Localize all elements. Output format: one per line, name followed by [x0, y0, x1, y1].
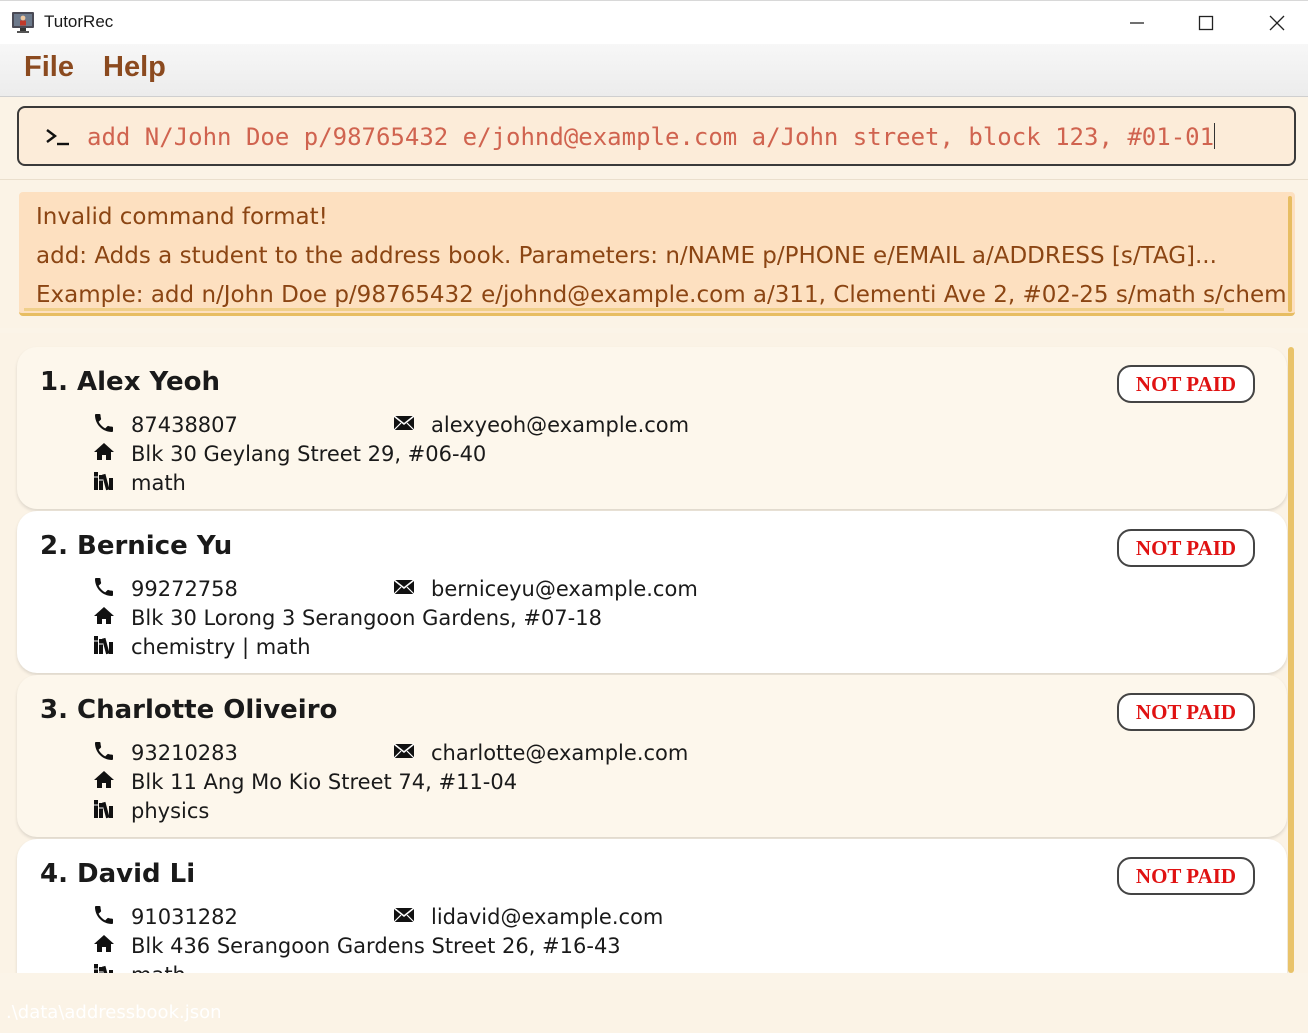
email-address: lidavid@example.com: [431, 905, 664, 929]
student-list: 1. Alex Yeoh NOT PAID 87438807 alexyeoh@…: [0, 333, 1308, 973]
books-icon: [94, 964, 113, 973]
phone-number: 99272758: [131, 577, 238, 601]
menu-file[interactable]: File: [24, 51, 74, 84]
home-address: Blk 436 Serangoon Gardens Street 26, #16…: [131, 934, 621, 958]
email-address: berniceyu@example.com: [431, 577, 698, 601]
student-card[interactable]: 2. Bernice Yu NOT PAID 99272758 bernicey…: [17, 511, 1287, 673]
command-text: add N/John Doe p/98765432 e/johnd@exampl…: [87, 123, 1215, 151]
email-icon: [393, 579, 415, 595]
status-bar: .\data\addressbook.json: [0, 990, 1308, 1033]
minimize-button[interactable]: [1114, 1, 1160, 45]
result-line: Example: add n/John Doe p/98765432 e/joh…: [36, 282, 1293, 308]
maximize-icon: [1198, 15, 1214, 31]
books-icon: [94, 636, 113, 655]
result-line: Invalid command format!: [36, 204, 328, 230]
result-horizontal-scrollbar[interactable]: [24, 308, 1224, 311]
home-address: Blk 30 Lorong 3 Serangoon Gardens, #07-1…: [131, 606, 602, 630]
text-caret: [1214, 123, 1216, 149]
payment-status-badge: NOT PAID: [1117, 529, 1255, 567]
command-box[interactable]: add N/John Doe p/98765432 e/johnd@exampl…: [17, 106, 1296, 166]
menu-help[interactable]: Help: [103, 51, 166, 84]
minimize-icon: [1130, 22, 1144, 24]
command-panel: add N/John Doe p/98765432 e/johnd@exampl…: [0, 97, 1308, 180]
result-vertical-scrollbar[interactable]: [1288, 196, 1292, 312]
subjects: physics: [131, 799, 210, 823]
phone-number: 91031282: [131, 905, 238, 929]
close-icon: [1269, 15, 1285, 31]
student-name: 3. Charlotte Oliveiro: [40, 695, 338, 725]
email-icon: [393, 415, 415, 431]
close-button[interactable]: [1254, 1, 1300, 45]
payment-status-badge: NOT PAID: [1117, 365, 1255, 403]
home-icon: [94, 443, 114, 460]
result-display[interactable]: Invalid command format! add: Adds a stud…: [19, 192, 1295, 316]
phone-icon: [95, 906, 113, 924]
phone-icon: [95, 742, 113, 760]
phone-number: 93210283: [131, 741, 238, 765]
books-icon: [94, 472, 113, 491]
student-card[interactable]: 4. David Li NOT PAID 91031282 lidavid@ex…: [17, 839, 1287, 973]
student-name: 4. David Li: [40, 859, 196, 889]
payment-status-badge: NOT PAID: [1117, 693, 1255, 731]
payment-status-badge: NOT PAID: [1117, 857, 1255, 895]
student-name: 1. Alex Yeoh: [40, 367, 220, 397]
command-input[interactable]: add N/John Doe p/98765432 e/johnd@exampl…: [87, 120, 1277, 154]
email-address: charlotte@example.com: [431, 741, 689, 765]
email-icon: [393, 743, 415, 759]
home-icon: [94, 607, 114, 624]
save-file-path: .\data\addressbook.json: [6, 1002, 222, 1023]
app-logo-icon: [12, 12, 34, 33]
subjects: math: [131, 471, 186, 495]
home-address: Blk 30 Geylang Street 29, #06-40: [131, 442, 487, 466]
phone-icon: [95, 414, 113, 432]
title-bar: TutorRec: [0, 0, 1308, 44]
subjects: math: [131, 963, 186, 973]
home-icon: [94, 771, 114, 788]
result-panel: Invalid command format! add: Adds a stud…: [0, 180, 1308, 328]
menu-bar: File Help: [0, 44, 1308, 97]
list-scrollbar[interactable]: [1288, 347, 1294, 973]
result-line: add: Adds a student to the address book.…: [36, 243, 1217, 269]
email-address: alexyeoh@example.com: [431, 413, 690, 437]
student-name: 2. Bernice Yu: [40, 531, 233, 561]
home-icon: [94, 935, 114, 952]
home-address: Blk 11 Ang Mo Kio Street 74, #11-04: [131, 770, 518, 794]
student-card[interactable]: 1. Alex Yeoh NOT PAID 87438807 alexyeoh@…: [17, 347, 1287, 509]
student-card[interactable]: 3. Charlotte Oliveiro NOT PAID 93210283 …: [17, 675, 1287, 837]
subjects: chemistry | math: [131, 635, 311, 659]
books-icon: [94, 800, 113, 819]
window-title: TutorRec: [44, 12, 114, 31]
terminal-prompt-icon: [46, 129, 69, 146]
maximize-button[interactable]: [1183, 1, 1229, 45]
email-icon: [393, 907, 415, 923]
phone-icon: [95, 578, 113, 596]
phone-number: 87438807: [131, 413, 238, 437]
